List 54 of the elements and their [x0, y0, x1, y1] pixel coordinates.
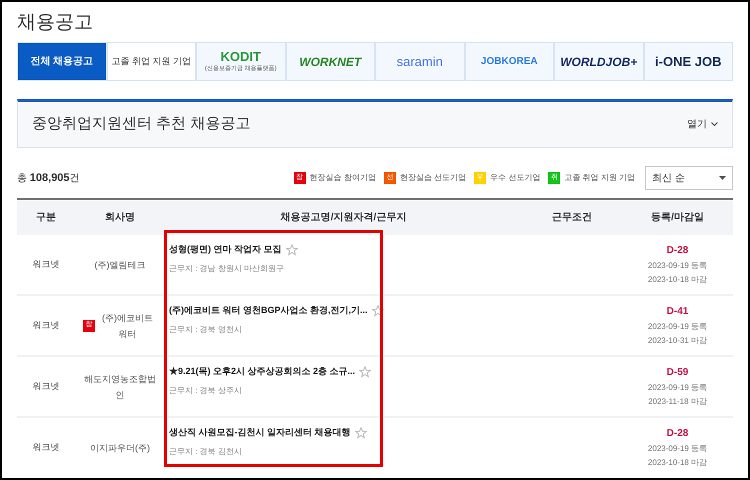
tab[interactable]: 전체 채용공고 — [17, 42, 106, 81]
job-title-link[interactable]: (주)에코비트 워터 영천BGP사업소 환경,전기,기... — [169, 304, 368, 318]
registered-date: 2023-09-19 등록 — [648, 382, 708, 394]
d-day-label: D-59 — [666, 366, 688, 380]
deadline-date: 2023-10-18 마감 — [648, 457, 708, 469]
d-day-label: D-28 — [666, 244, 688, 258]
sort-dropdown[interactable]: 최신 순 — [645, 166, 733, 190]
star-icon[interactable] — [286, 244, 298, 256]
deadline-date: 2023-10-31 마감 — [648, 335, 708, 347]
section-title: 중앙취업지원센터 추천 채용공고 — [32, 114, 250, 134]
registered-date: 2023-09-19 등록 — [648, 260, 708, 272]
work-location: 근무지 : 경북 상주시 — [169, 384, 242, 396]
legend-label: 현장실습 선도기업 — [400, 172, 466, 184]
work-location: 근무지 : 경북 영천시 — [169, 324, 242, 336]
source-cell-text: 워크넷 — [32, 258, 60, 271]
star-icon[interactable] — [359, 366, 372, 378]
d-day-label: D-41 — [666, 305, 688, 319]
expand-toggle[interactable]: 열기 — [687, 117, 718, 132]
tab[interactable]: saramin — [375, 42, 464, 81]
source-cell-text: 워크넷 — [32, 380, 60, 393]
star-icon[interactable] — [354, 426, 366, 439]
tab[interactable]: WORLDJOB+ — [554, 42, 644, 81]
tab[interactable]: JOBKOREA — [464, 42, 554, 81]
job-title-link[interactable]: 생산직 사원모집-김천시 일자리센터 채용대행 — [169, 426, 350, 440]
work-location: 근무지 : 경남 창원시 마산회원구 — [169, 262, 284, 274]
caret-icon — [719, 176, 726, 180]
source-cell-text: 워크넷 — [32, 318, 60, 332]
column-header: 회사명 — [104, 211, 136, 225]
legend-label: 현장실습 참여기업 — [310, 172, 376, 184]
star-icon[interactable] — [372, 304, 384, 317]
tab[interactable]: i-ONE JOB — [644, 42, 733, 81]
company-name: 이지파우더(주) — [90, 442, 150, 455]
job-title-link[interactable]: ★9.21(목) 오후2시 상주상공회의소 2층 소규... — [169, 365, 356, 378]
work-location: 근무지 : 경북 김천시 — [169, 446, 242, 458]
column-header: 구분 — [35, 211, 57, 225]
tab[interactable]: 고졸 취업 지원 기업 — [106, 42, 196, 81]
d-day-label: D-28 — [666, 427, 688, 441]
registered-date: 2023-09-19 등록 — [648, 443, 708, 455]
company-name: 해도지영농조합법인 — [83, 372, 157, 402]
job-title-link[interactable]: 성형(평면) 연마 작업자 모집 — [169, 243, 282, 256]
page-title: 채용공고 — [17, 11, 93, 35]
tab[interactable]: WORKNET — [286, 42, 375, 81]
company-name: (주)에코비트워터 — [101, 312, 154, 340]
total-count: 총 108,905건 — [17, 170, 80, 186]
company-name: (주)엘림테크 — [94, 258, 146, 272]
column-header: 등록/마감일 — [650, 211, 705, 225]
column-header: 근무조건 — [551, 211, 593, 225]
source-cell-text: 워크넷 — [32, 440, 60, 454]
legend-label: 고졸 취업 지원 기업 — [564, 172, 635, 184]
column-header: 채용공고명/지원자격/근무지 — [280, 211, 408, 225]
registered-date: 2023-09-19 등록 — [648, 321, 708, 333]
legend-label: 우수 선도기업 — [490, 172, 540, 184]
deadline-date: 2023-10-18 마감 — [648, 274, 708, 286]
deadline-date: 2023-11-18 마감 — [648, 396, 707, 408]
